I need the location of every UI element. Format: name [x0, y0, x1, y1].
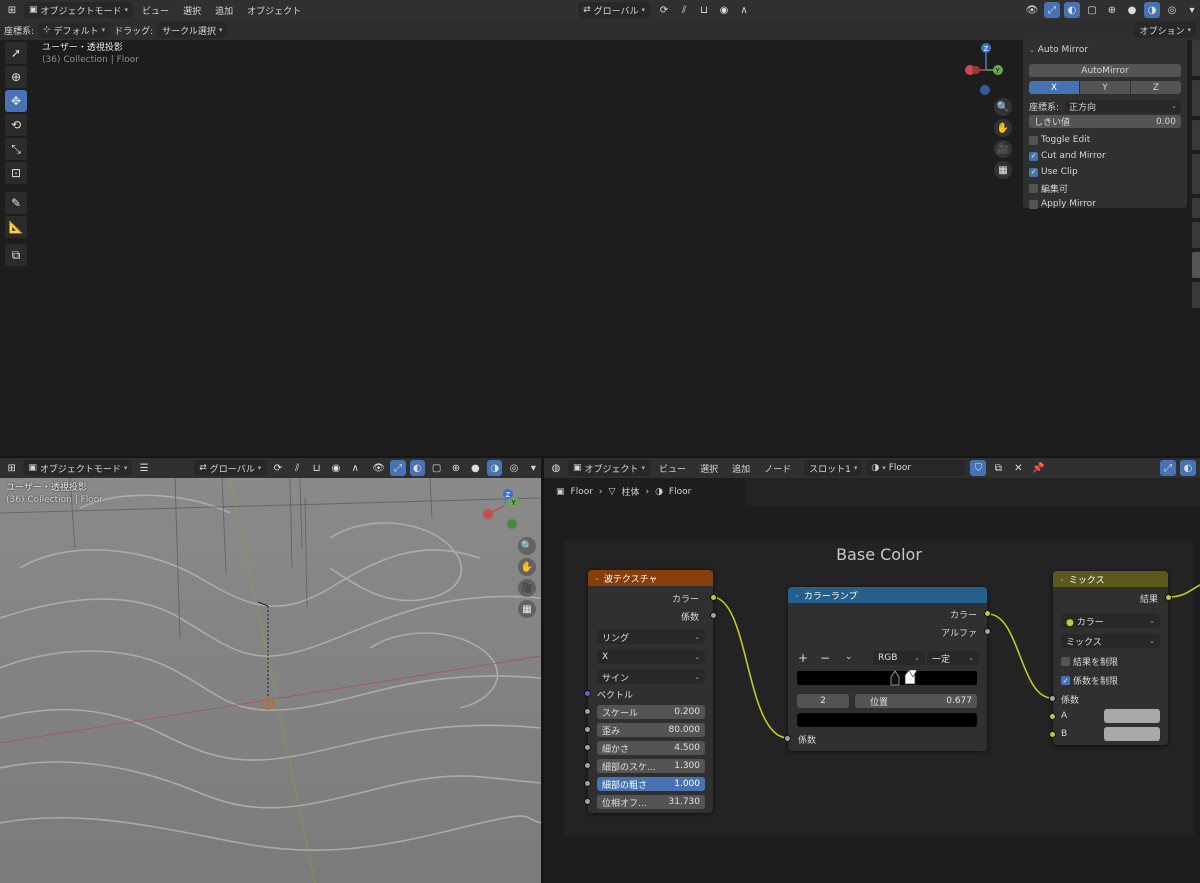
param-value: 1.300 [674, 761, 700, 771]
chevron-down-icon: ⌄ [1059, 575, 1065, 583]
color-ramp-node[interactable]: ⌄ カラーランプ カラー アルファ + − ⌄ RGB ⌄ 一定 ⌄ 2 位置 0.67… [784, 587, 991, 751]
clamp-factor-label: 係数を制限 [1073, 677, 1119, 687]
param-value: 4.500 [674, 743, 700, 753]
param-label: 細かさ [602, 744, 630, 755]
wave-param-socket[interactable] [584, 780, 591, 787]
ramp-out-color-socket[interactable] [984, 610, 991, 617]
ramp-node-header[interactable]: ⌄ カラーランプ [788, 587, 987, 603]
chevron-down-icon: ⌄ [968, 654, 974, 662]
mix-a-label: A [1061, 711, 1068, 721]
chevron-down-icon: ⌄ [1149, 617, 1155, 625]
chevron-down-icon: ⌄ [694, 653, 700, 661]
wave-scale-field[interactable]: スケール 0.200 [597, 705, 705, 719]
wave-out-fac-socket[interactable] [710, 612, 717, 619]
wave-vector-socket[interactable] [584, 690, 591, 697]
ramp-stop-index[interactable]: 2 [797, 694, 849, 708]
param-label: 細部の粗さ [602, 780, 648, 791]
mix-fac-socket[interactable] [1049, 695, 1056, 702]
chevron-down-icon: ⌄ [794, 591, 800, 599]
ramp-menu-chevron-icon[interactable]: ⌄ [845, 652, 853, 662]
wave-profile-value: サイン [602, 673, 630, 684]
wave-param-socket[interactable] [584, 762, 591, 769]
mix-node-title: ミックス [1068, 575, 1105, 586]
wave-phase-offset-field[interactable]: 位相オフ... 31.730 [597, 795, 705, 809]
ramp-node-title: カラーランプ [803, 591, 858, 602]
clamp-factor-row[interactable]: ✓ 係数を制限 [1061, 674, 1118, 687]
param-label: 歪み [602, 726, 621, 737]
mix-fac-label: 係数 [1061, 696, 1080, 706]
mix-b-socket[interactable] [1049, 731, 1056, 738]
ramp-out-color-label: カラー [949, 611, 977, 621]
chevron-down-icon: ⌄ [694, 673, 700, 681]
wave-profile-select[interactable]: サイン ⌄ [597, 670, 705, 684]
wave-param-socket[interactable] [584, 708, 591, 715]
param-value: 31.730 [668, 797, 701, 807]
mix-blend-select[interactable]: ミックス ⌄ [1061, 634, 1160, 648]
mix-data-type-select[interactable]: ● カラー ⌄ [1061, 614, 1160, 628]
mix-node-header[interactable]: ⌄ ミックス [1053, 571, 1168, 587]
ramp-interp-select[interactable]: 一定 ⌄ [927, 651, 979, 665]
clamp-result-checkbox[interactable] [1061, 657, 1070, 666]
ramp-remove-button[interactable]: − [820, 651, 830, 665]
ramp-in-fac-socket[interactable] [784, 735, 791, 742]
mix-b-color-swatch[interactable] [1104, 727, 1160, 741]
wave-detail-roughness-field[interactable]: 細部の粗さ 1.000 [597, 777, 705, 791]
wave-node-header[interactable]: ⌄ 波テクスチャ [588, 570, 713, 586]
ramp-mode-value: RGB [878, 653, 898, 663]
ramp-stop-markers[interactable] [883, 667, 923, 689]
ramp-pos-label: 位置 [870, 697, 889, 708]
ramp-mode-select[interactable]: RGB ⌄ [873, 651, 925, 665]
mix-blend-value: ミックス [1066, 637, 1102, 648]
mix-result-socket[interactable] [1165, 594, 1172, 601]
mix-b-label: B [1061, 729, 1068, 739]
wave-out-color-socket[interactable] [710, 594, 717, 601]
param-value: 0.200 [674, 707, 700, 717]
ramp-in-fac-label: 係数 [798, 736, 817, 746]
ramp-add-button[interactable]: + [798, 651, 808, 665]
chevron-down-icon: ⌄ [694, 633, 700, 641]
ramp-pos-value: 0.677 [946, 696, 972, 706]
chevron-down-icon: ⌄ [914, 654, 920, 662]
clamp-result-label: 結果を制限 [1073, 658, 1119, 668]
wave-texture-node[interactable]: ⌄ 波テクスチャ カラー 係数 リング ⌄ X ⌄ サイン ⌄ ベクトル スケール 0.2… [584, 570, 717, 813]
wave-detail-field[interactable]: 細かさ 4.500 [597, 741, 705, 755]
wave-out-color-label: カラー [671, 595, 699, 605]
wave-type-value: リング [602, 633, 630, 644]
color-dot-icon: ● [1066, 617, 1074, 628]
wave-detail-scale-field[interactable]: 細部のスケ... 1.300 [597, 759, 705, 773]
param-value: 80.000 [668, 725, 701, 735]
wave-axis-select[interactable]: X ⌄ [597, 650, 705, 664]
clamp-result-row[interactable]: 結果を制限 [1061, 655, 1118, 668]
wave-distortion-field[interactable]: 歪み 80.000 [597, 723, 705, 737]
wave-param-socket[interactable] [584, 744, 591, 751]
ramp-out-alpha-socket[interactable] [984, 628, 991, 635]
mix-result-label: 結果 [1139, 595, 1158, 605]
wave-node-title: 波テクスチャ [603, 574, 658, 585]
wave-param-socket[interactable] [584, 726, 591, 733]
param-label: スケール [602, 708, 639, 719]
wave-param-socket[interactable] [584, 798, 591, 805]
wave-vector-label: ベクトル [597, 691, 634, 701]
wave-out-fac-label: 係数 [680, 613, 699, 623]
clamp-factor-checkbox[interactable]: ✓ [1061, 676, 1070, 685]
param-value: 1.000 [674, 779, 700, 789]
ramp-out-alpha-label: アルファ [941, 629, 977, 639]
mix-a-socket[interactable] [1049, 713, 1056, 720]
mix-data-type-value: カラー [1076, 617, 1104, 628]
wave-axis-value: X [602, 652, 609, 662]
ramp-interp-value: 一定 [932, 654, 951, 665]
mix-node[interactable]: ⌄ ミックス 結果 ● カラー ⌄ ミックス ⌄ 結果を制限 ✓ 係数を制限 係数 A … [1049, 571, 1172, 745]
wave-type-select[interactable]: リング ⌄ [597, 630, 705, 644]
ramp-position-field[interactable]: 位置 0.677 [855, 694, 977, 708]
param-label: 細部のスケ... [602, 762, 656, 773]
ramp-stop-color-swatch[interactable] [797, 713, 977, 727]
chevron-down-icon: ⌄ [594, 574, 600, 582]
chevron-down-icon: ⌄ [1149, 637, 1155, 645]
mix-a-color-swatch[interactable] [1104, 709, 1160, 723]
param-label: 位相オフ... [602, 798, 647, 809]
